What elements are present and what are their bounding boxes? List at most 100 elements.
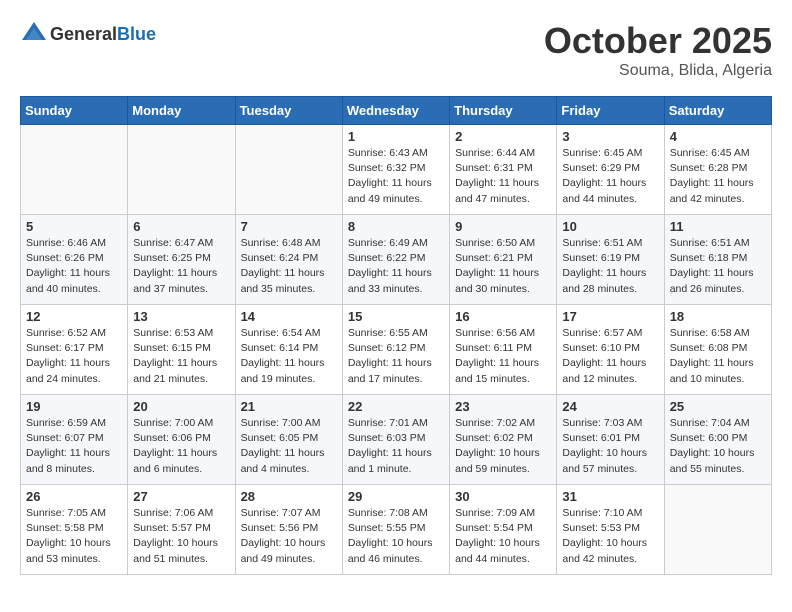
day-cell: 12 Sunrise: 6:52 AM Sunset: 6:17 PM Dayli… [21, 305, 128, 395]
day-cell [128, 125, 235, 215]
day-info: Sunrise: 6:58 AM Sunset: 6:08 PM Dayligh… [670, 326, 766, 387]
header-thursday: Thursday [450, 97, 557, 125]
day-info: Sunrise: 7:06 AM Sunset: 5:57 PM Dayligh… [133, 506, 229, 567]
day-number: 15 [348, 309, 444, 324]
day-info: Sunrise: 6:51 AM Sunset: 6:18 PM Dayligh… [670, 236, 766, 297]
day-info: Sunrise: 7:09 AM Sunset: 5:54 PM Dayligh… [455, 506, 551, 567]
logo-text-blue: Blue [117, 24, 156, 44]
day-info: Sunrise: 6:55 AM Sunset: 6:12 PM Dayligh… [348, 326, 444, 387]
day-info: Sunrise: 6:57 AM Sunset: 6:10 PM Dayligh… [562, 326, 658, 387]
day-info: Sunrise: 7:05 AM Sunset: 5:58 PM Dayligh… [26, 506, 122, 567]
day-cell: 27 Sunrise: 7:06 AM Sunset: 5:57 PM Dayli… [128, 485, 235, 575]
day-cell: 4Sunrise: 6:45 AM Sunset: 6:28 PM Daylig… [664, 125, 771, 215]
day-cell: 30 Sunrise: 7:09 AM Sunset: 5:54 PM Dayli… [450, 485, 557, 575]
day-number: 10 [562, 219, 658, 234]
day-number: 27 [133, 489, 229, 504]
header-monday: Monday [128, 97, 235, 125]
day-cell [664, 485, 771, 575]
day-number: 5 [26, 219, 122, 234]
day-info: Sunrise: 6:49 AM Sunset: 6:22 PM Dayligh… [348, 236, 444, 297]
day-number: 23 [455, 399, 551, 414]
calendar-table: SundayMondayTuesdayWednesdayThursdayFrid… [20, 96, 772, 575]
day-info: Sunrise: 7:00 AM Sunset: 6:05 PM Dayligh… [241, 416, 337, 477]
day-number: 8 [348, 219, 444, 234]
day-cell: 7 Sunrise: 6:48 AM Sunset: 6:24 PM Daylig… [235, 215, 342, 305]
day-info: Sunrise: 6:52 AM Sunset: 6:17 PM Dayligh… [26, 326, 122, 387]
day-cell: 18 Sunrise: 6:58 AM Sunset: 6:08 PM Dayli… [664, 305, 771, 395]
day-number: 22 [348, 399, 444, 414]
day-info: Sunrise: 6:45 AM Sunset: 6:29 PM Dayligh… [562, 146, 658, 207]
day-number: 4 [670, 129, 766, 144]
calendar-header-row: SundayMondayTuesdayWednesdayThursdayFrid… [21, 97, 772, 125]
day-cell: 6 Sunrise: 6:47 AM Sunset: 6:25 PM Daylig… [128, 215, 235, 305]
week-row-2: 5 Sunrise: 6:46 AM Sunset: 6:26 PM Daylig… [21, 215, 772, 305]
header-sunday: Sunday [21, 97, 128, 125]
day-cell: 20 Sunrise: 7:00 AM Sunset: 6:06 PM Dayli… [128, 395, 235, 485]
day-number: 16 [455, 309, 551, 324]
day-number: 17 [562, 309, 658, 324]
day-info: Sunrise: 6:54 AM Sunset: 6:14 PM Dayligh… [241, 326, 337, 387]
day-number: 20 [133, 399, 229, 414]
day-number: 14 [241, 309, 337, 324]
day-number: 11 [670, 219, 766, 234]
day-cell: 10 Sunrise: 6:51 AM Sunset: 6:19 PM Dayli… [557, 215, 664, 305]
day-number: 3 [562, 129, 658, 144]
day-info: Sunrise: 7:10 AM Sunset: 5:53 PM Dayligh… [562, 506, 658, 567]
day-number: 31 [562, 489, 658, 504]
day-info: Sunrise: 6:47 AM Sunset: 6:25 PM Dayligh… [133, 236, 229, 297]
week-row-3: 12 Sunrise: 6:52 AM Sunset: 6:17 PM Dayli… [21, 305, 772, 395]
day-info: Sunrise: 7:07 AM Sunset: 5:56 PM Dayligh… [241, 506, 337, 567]
day-number: 2 [455, 129, 551, 144]
day-cell: 1Sunrise: 6:43 AM Sunset: 6:32 PM Daylig… [342, 125, 449, 215]
day-cell: 19 Sunrise: 6:59 AM Sunset: 6:07 PM Dayli… [21, 395, 128, 485]
day-cell: 3 Sunrise: 6:45 AM Sunset: 6:29 PM Daylig… [557, 125, 664, 215]
day-info: Sunrise: 7:03 AM Sunset: 6:01 PM Dayligh… [562, 416, 658, 477]
day-info: Sunrise: 7:02 AM Sunset: 6:02 PM Dayligh… [455, 416, 551, 477]
day-info: Sunrise: 6:56 AM Sunset: 6:11 PM Dayligh… [455, 326, 551, 387]
day-info: Sunrise: 6:44 AM Sunset: 6:31 PM Dayligh… [455, 146, 551, 207]
day-cell: 2 Sunrise: 6:44 AM Sunset: 6:31 PM Daylig… [450, 125, 557, 215]
logo: GeneralBlue [20, 20, 156, 48]
title-area: October 2025 Souma, Blida, Algeria [544, 20, 772, 80]
day-cell: 29 Sunrise: 7:08 AM Sunset: 5:55 PM Dayli… [342, 485, 449, 575]
day-number: 21 [241, 399, 337, 414]
day-info: Sunrise: 6:43 AM Sunset: 6:32 PM Dayligh… [348, 146, 444, 207]
day-info: Sunrise: 7:08 AM Sunset: 5:55 PM Dayligh… [348, 506, 444, 567]
day-cell: 8 Sunrise: 6:49 AM Sunset: 6:22 PM Daylig… [342, 215, 449, 305]
day-number: 18 [670, 309, 766, 324]
day-info: Sunrise: 6:46 AM Sunset: 6:26 PM Dayligh… [26, 236, 122, 297]
day-number: 7 [241, 219, 337, 234]
day-number: 6 [133, 219, 229, 234]
day-number: 25 [670, 399, 766, 414]
day-cell: 31 Sunrise: 7:10 AM Sunset: 5:53 PM Dayli… [557, 485, 664, 575]
day-cell: 15 Sunrise: 6:55 AM Sunset: 6:12 PM Dayli… [342, 305, 449, 395]
day-info: Sunrise: 7:04 AM Sunset: 6:00 PM Dayligh… [670, 416, 766, 477]
day-info: Sunrise: 6:53 AM Sunset: 6:15 PM Dayligh… [133, 326, 229, 387]
day-info: Sunrise: 6:48 AM Sunset: 6:24 PM Dayligh… [241, 236, 337, 297]
day-cell: 5 Sunrise: 6:46 AM Sunset: 6:26 PM Daylig… [21, 215, 128, 305]
day-cell [21, 125, 128, 215]
day-number: 19 [26, 399, 122, 414]
day-cell: 25 Sunrise: 7:04 AM Sunset: 6:00 PM Dayli… [664, 395, 771, 485]
day-number: 28 [241, 489, 337, 504]
day-cell: 13Sunrise: 6:53 AM Sunset: 6:15 PM Dayli… [128, 305, 235, 395]
day-info: Sunrise: 7:01 AM Sunset: 6:03 PM Dayligh… [348, 416, 444, 477]
week-row-4: 19 Sunrise: 6:59 AM Sunset: 6:07 PM Dayli… [21, 395, 772, 485]
day-info: Sunrise: 6:59 AM Sunset: 6:07 PM Dayligh… [26, 416, 122, 477]
day-number: 30 [455, 489, 551, 504]
day-cell: 14 Sunrise: 6:54 AM Sunset: 6:14 PM Dayli… [235, 305, 342, 395]
location: Souma, Blida, Algeria [544, 62, 772, 80]
day-info: Sunrise: 6:50 AM Sunset: 6:21 PM Dayligh… [455, 236, 551, 297]
day-number: 12 [26, 309, 122, 324]
month-title: October 2025 [544, 20, 772, 62]
day-cell: 21 Sunrise: 7:00 AM Sunset: 6:05 PM Dayli… [235, 395, 342, 485]
day-number: 29 [348, 489, 444, 504]
header-friday: Friday [557, 97, 664, 125]
day-info: Sunrise: 6:51 AM Sunset: 6:19 PM Dayligh… [562, 236, 658, 297]
day-cell: 11 Sunrise: 6:51 AM Sunset: 6:18 PM Dayli… [664, 215, 771, 305]
header-saturday: Saturday [664, 97, 771, 125]
day-number: 24 [562, 399, 658, 414]
day-info: Sunrise: 7:00 AM Sunset: 6:06 PM Dayligh… [133, 416, 229, 477]
day-cell: 26Sunrise: 7:05 AM Sunset: 5:58 PM Dayli… [21, 485, 128, 575]
day-cell: 16 Sunrise: 6:56 AM Sunset: 6:11 PM Dayli… [450, 305, 557, 395]
